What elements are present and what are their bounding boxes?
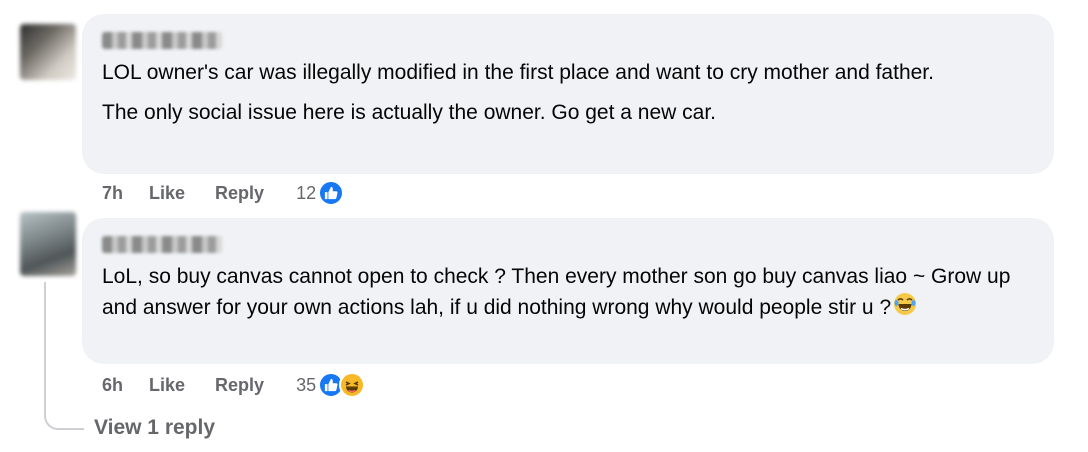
reaction-summary[interactable]: 35: [296, 372, 366, 398]
reaction-count: 12: [296, 182, 317, 203]
like-button[interactable]: Like: [149, 183, 185, 204]
like-icon: [318, 180, 345, 206]
author-name-blurred[interactable]: [102, 32, 222, 49]
reply-button[interactable]: Reply: [215, 375, 264, 396]
author-name-blurred[interactable]: [102, 236, 222, 253]
view-replies-link[interactable]: View 1 reply: [94, 416, 215, 440]
reaction-count: 35: [296, 374, 317, 395]
comment-text: LoL, so buy canvas cannot open to check …: [102, 261, 1034, 325]
avatar[interactable]: [20, 212, 76, 276]
comment-actions: 6h Like Reply 35: [102, 372, 366, 398]
comment-actions: 7h Like Reply 12: [102, 180, 345, 206]
comment-text: LOL owner's car was illegally modified i…: [102, 61, 934, 84]
comment-text: The only social issue here is actually t…: [102, 101, 716, 124]
avatar[interactable]: [20, 24, 76, 80]
haha-icon: [339, 372, 366, 398]
timestamp[interactable]: 7h: [102, 183, 123, 204]
timestamp[interactable]: 6h: [102, 375, 123, 396]
reply-thread-line: [44, 282, 84, 430]
comment-bubble: LoL, so buy canvas cannot open to check …: [82, 218, 1054, 364]
reply-button[interactable]: Reply: [215, 183, 264, 204]
reaction-summary[interactable]: 12: [296, 180, 345, 206]
comment-bubble: LOL owner's car was illegally modified i…: [82, 14, 1054, 174]
crying-laughing-emoji-icon: [893, 292, 917, 325]
like-button[interactable]: Like: [149, 375, 185, 396]
